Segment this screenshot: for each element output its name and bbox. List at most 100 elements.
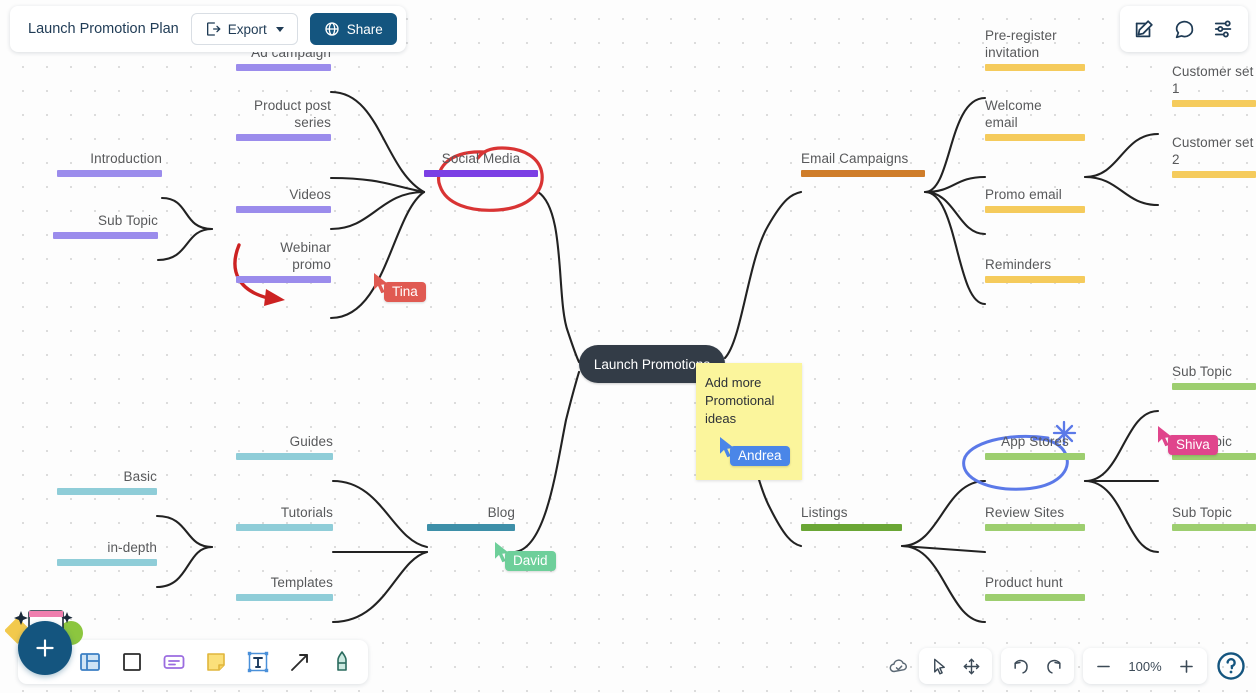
mindmap-node-bar bbox=[801, 170, 925, 177]
pointer-icon[interactable] bbox=[930, 657, 949, 676]
mindmap-node-bar bbox=[236, 276, 331, 283]
mindmap-node-sub-topic-left[interactable]: Sub Topic bbox=[53, 212, 158, 239]
undo-icon[interactable] bbox=[1012, 657, 1031, 676]
mindmap-node-customer-set-2[interactable]: Customer set 2 bbox=[1172, 134, 1256, 178]
mindmap-node-label: Customer set 2 bbox=[1172, 135, 1254, 167]
mindmap-node-label: Promo email bbox=[985, 187, 1062, 202]
mindmap-node-sub-topic-r1[interactable]: Sub Topic bbox=[1172, 363, 1256, 390]
mindmap-node-blog[interactable]: Blog bbox=[427, 504, 515, 531]
mindmap-node-bar bbox=[985, 594, 1085, 601]
mindmap-node-product-hunt[interactable]: Product hunt bbox=[985, 574, 1085, 601]
mindmap-node-bar bbox=[236, 524, 333, 531]
export-button-label: Export bbox=[227, 21, 267, 37]
mindmap-node-bar bbox=[57, 559, 157, 566]
mindmap-node-guides[interactable]: Guides bbox=[236, 433, 333, 460]
mindmap-node-label: Videos bbox=[289, 187, 331, 202]
bottom-right-controls: 100% bbox=[888, 648, 1246, 684]
mindmap-node-bar bbox=[53, 232, 158, 239]
mindmap-node-label: Listings bbox=[801, 505, 848, 520]
mindmap-node-label: Tutorials bbox=[280, 505, 333, 520]
mindmap-node-label: Review Sites bbox=[985, 505, 1065, 520]
mindmap-node-label: Sub Topic bbox=[1172, 364, 1232, 379]
mindmap-node-label: Welcome email bbox=[985, 98, 1042, 130]
mindmap-node-label: Social Media bbox=[441, 151, 521, 166]
mindmap-node-listings[interactable]: Listings bbox=[801, 504, 902, 531]
mindmap-node-pre-register[interactable]: Pre-register invitation bbox=[985, 27, 1085, 71]
highlighter-icon[interactable] bbox=[330, 650, 354, 674]
mindmap-node-label: Product hunt bbox=[985, 575, 1063, 590]
mindmap-node-label: App Stores bbox=[1001, 434, 1069, 449]
collaborator-name: Tina bbox=[384, 282, 426, 302]
mindmap-node-webinar-promo[interactable]: Webinar promo bbox=[236, 239, 331, 283]
mindmap-node-bar bbox=[985, 453, 1085, 460]
shape-square-icon[interactable] bbox=[120, 650, 144, 674]
mindmap-node-reminders[interactable]: Reminders bbox=[985, 256, 1085, 283]
mindmap-node-label: Guides bbox=[289, 434, 333, 449]
mindmap-node-bar bbox=[985, 524, 1085, 531]
share-button[interactable]: Share bbox=[309, 13, 397, 45]
mindmap-node-email-campaigns[interactable]: Email Campaigns bbox=[801, 150, 925, 177]
mindmap-node-bar bbox=[236, 206, 331, 213]
export-icon bbox=[206, 22, 221, 36]
move-icon[interactable] bbox=[962, 657, 981, 676]
top-right-toolbar bbox=[1120, 6, 1248, 52]
document-title[interactable]: Launch Promotion Plan bbox=[28, 21, 179, 37]
mindmap-node-bar bbox=[1172, 524, 1256, 531]
mindmap-node-welcome-email[interactable]: Welcome email bbox=[985, 97, 1085, 141]
redo-icon[interactable] bbox=[1044, 657, 1063, 676]
globe-icon bbox=[325, 22, 339, 36]
mindmap-node-introduction[interactable]: Introduction bbox=[57, 150, 162, 177]
add-button[interactable] bbox=[18, 621, 72, 675]
card-icon[interactable] bbox=[162, 650, 186, 674]
plus-icon[interactable] bbox=[1177, 657, 1196, 676]
mindmap-node-social-media[interactable]: Social Media bbox=[424, 150, 538, 177]
text-icon[interactable] bbox=[246, 650, 270, 674]
mindmap-node-label: Basic bbox=[123, 469, 157, 484]
minus-icon[interactable] bbox=[1094, 657, 1113, 676]
header-card: Launch Promotion Plan Export Share bbox=[10, 6, 406, 52]
mindmap-node-promo-email[interactable]: Promo email bbox=[985, 186, 1085, 213]
collaborator-name: Shiva bbox=[1168, 435, 1218, 455]
select-tools-group bbox=[919, 648, 992, 684]
comment-icon[interactable] bbox=[1173, 18, 1195, 40]
frame-icon[interactable] bbox=[78, 650, 102, 674]
mindmap-node-in-depth[interactable]: in-depth bbox=[57, 539, 157, 566]
settings-sliders-icon[interactable] bbox=[1213, 18, 1235, 40]
mindmap-node-product-post[interactable]: Product post series bbox=[236, 97, 331, 141]
mindmap-node-review-sites[interactable]: Review Sites bbox=[985, 504, 1085, 531]
mindmap-node-bar bbox=[427, 524, 515, 531]
plus-icon bbox=[36, 639, 54, 657]
mindmap-node-bar bbox=[985, 64, 1085, 71]
mindmap-node-label: Pre-register invitation bbox=[985, 28, 1057, 60]
mindmap-node-customer-set-1[interactable]: Customer set 1 bbox=[1172, 63, 1256, 107]
mindmap-node-bar bbox=[424, 170, 538, 177]
mindmap-node-sub-topic-r3[interactable]: Sub Topic bbox=[1172, 504, 1256, 531]
mindmap-node-tutorials[interactable]: Tutorials bbox=[236, 504, 333, 531]
mindmap-node-label: Sub Topic bbox=[1172, 505, 1232, 520]
mindmap-node-templates[interactable]: Templates bbox=[236, 574, 333, 601]
arrow-icon[interactable] bbox=[288, 650, 312, 674]
mindmap-node-label: Webinar promo bbox=[280, 240, 331, 272]
mindmap-canvas[interactable]: Introduction Sub Topic Ad campaign Product … bbox=[0, 0, 1256, 693]
sticky-note-icon[interactable] bbox=[204, 650, 228, 674]
help-icon[interactable] bbox=[1216, 651, 1246, 681]
mindmap-node-app-stores[interactable]: App Stores bbox=[985, 433, 1085, 460]
mindmap-node-basic[interactable]: Basic bbox=[57, 468, 157, 495]
export-button[interactable]: Export bbox=[190, 13, 298, 45]
red-arrow-head bbox=[264, 289, 285, 306]
mindmap-node-label: Product post series bbox=[254, 98, 331, 130]
edit-icon[interactable] bbox=[1133, 18, 1155, 40]
mindmap-node-label: Customer set 1 bbox=[1172, 64, 1254, 96]
mindmap-node-label: Reminders bbox=[985, 257, 1052, 272]
mindmap-node-label: Blog bbox=[487, 505, 515, 520]
zoom-level[interactable]: 100% bbox=[1126, 659, 1164, 674]
cloud-check-icon[interactable] bbox=[888, 655, 910, 677]
root-node-label: Launch Promotions bbox=[593, 356, 711, 372]
mindmap-node-bar bbox=[57, 170, 162, 177]
mindmap-node-videos[interactable]: Videos bbox=[236, 186, 331, 213]
mindmap-node-label: Email Campaigns bbox=[801, 151, 909, 166]
mindmap-node-bar bbox=[236, 134, 331, 141]
chevron-down-icon bbox=[275, 26, 284, 32]
mindmap-node-label: Sub Topic bbox=[98, 213, 158, 228]
share-button-label: Share bbox=[346, 21, 383, 37]
